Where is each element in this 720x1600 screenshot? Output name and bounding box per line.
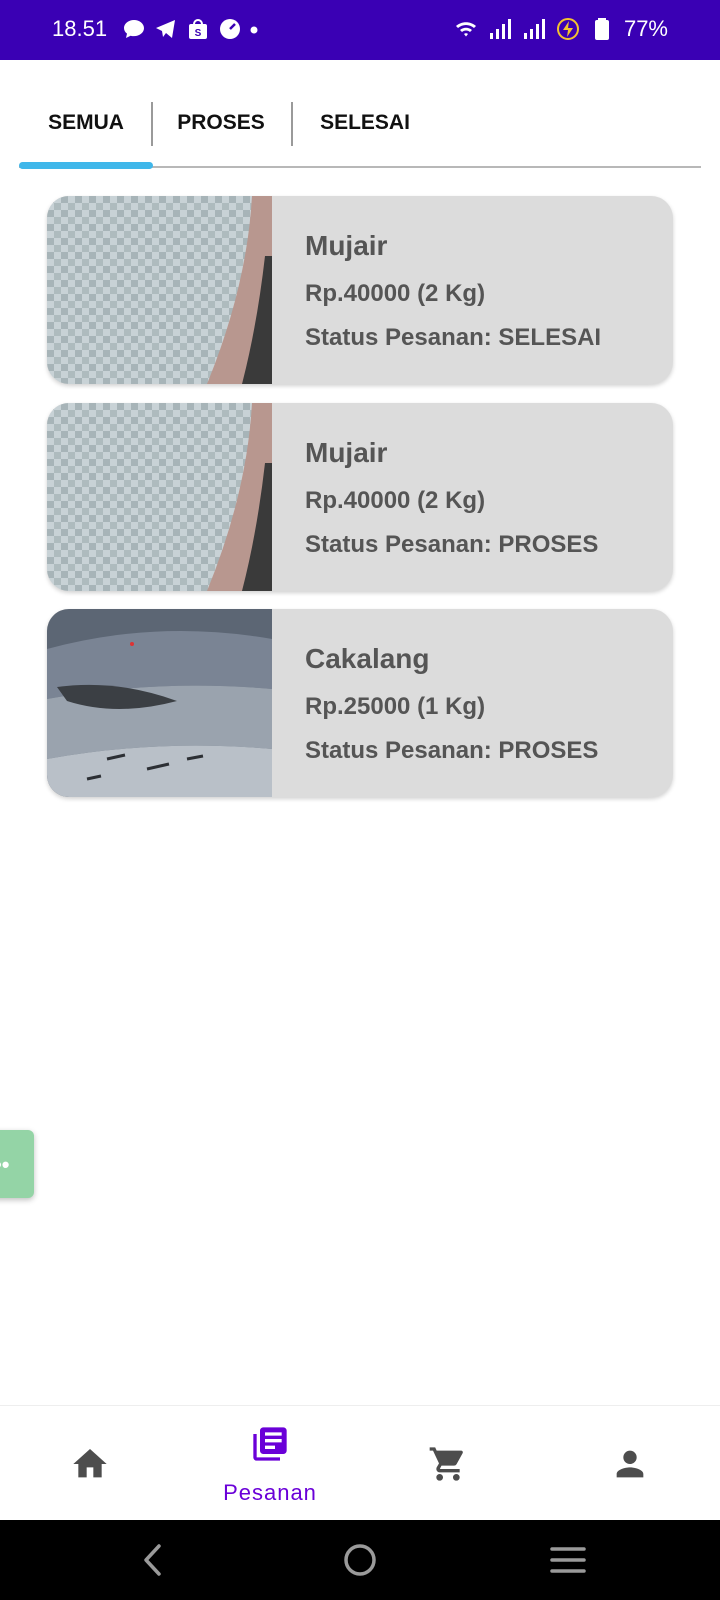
product-name: Mujair — [305, 437, 388, 468]
telegram-icon — [156, 20, 175, 38]
order-status-tabs: SEMUA PROSES SELESAI — [19, 100, 701, 170]
wifi-icon — [455, 22, 476, 37]
product-price: Rp.40000 (2 Kg) — [305, 280, 486, 307]
cart-icon — [429, 1447, 463, 1481]
fish-scales-photo — [47, 403, 272, 591]
dot-icon — [250, 26, 258, 34]
active-tab-indicator — [19, 162, 153, 169]
svg-text:S: S — [195, 28, 202, 39]
signal-icon — [523, 19, 545, 39]
shopee-icon: S — [189, 19, 207, 39]
nav-pesanan[interactable]: Pesanan — [180, 1406, 360, 1521]
order-card[interactable]: Cakalang Rp.25000 (1 Kg) Status Pesanan:… — [47, 609, 673, 797]
nav-home[interactable] — [0, 1406, 180, 1521]
back-icon[interactable] — [134, 1540, 174, 1580]
floating-chat-widget[interactable]: •• — [0, 1130, 34, 1198]
product-price: Rp.25000 (1 Kg) — [305, 693, 486, 720]
nav-profile[interactable] — [540, 1406, 720, 1521]
nav-label-pesanan: Pesanan — [223, 1480, 317, 1505]
tab-proses[interactable]: PROSES — [153, 100, 289, 146]
order-status: Status Pesanan: PROSES — [305, 737, 599, 764]
nav-cart[interactable] — [360, 1406, 540, 1521]
chat-bubble-icon — [124, 20, 144, 38]
status-time: 18.51 — [52, 16, 108, 41]
tab-selesai[interactable]: SELESAI — [293, 100, 437, 146]
battery-icon — [594, 18, 609, 40]
fish-scales-photo — [47, 196, 272, 384]
more-dots-icon: •• — [0, 1152, 10, 1177]
orders-list-icon — [253, 1427, 287, 1461]
product-price: Rp.40000 (2 Kg) — [305, 487, 486, 514]
battery-percent: 77% — [623, 16, 668, 41]
order-card[interactable]: Mujair Rp.40000 (2 Kg) Status Pesanan: S… — [47, 196, 673, 384]
order-status: Status Pesanan: SELESAI — [305, 324, 602, 351]
system-status: 77% — [454, 16, 668, 42]
person-icon — [616, 1450, 644, 1478]
menu-icon[interactable] — [548, 1540, 588, 1580]
order-card[interactable]: Mujair Rp.40000 (2 Kg) Status Pesanan: P… — [47, 403, 673, 591]
skipjack-fish-photo — [47, 609, 272, 797]
order-status: Status Pesanan: PROSES — [305, 531, 599, 558]
system-navigation-bar — [0, 1520, 720, 1600]
home-icon — [73, 1449, 107, 1478]
product-name: Mujair — [305, 230, 388, 261]
product-name: Cakalang — [305, 643, 430, 674]
speedometer-icon — [220, 19, 240, 39]
bottom-navigation: Pesanan — [0, 1405, 720, 1521]
status-bar: 18.51 S 77% — [0, 0, 720, 60]
charging-icon — [556, 18, 579, 40]
home-circle-icon[interactable] — [340, 1540, 380, 1580]
notification-icons: S — [122, 17, 258, 41]
tab-semua[interactable]: SEMUA — [19, 100, 153, 146]
signal-icon — [489, 19, 511, 39]
